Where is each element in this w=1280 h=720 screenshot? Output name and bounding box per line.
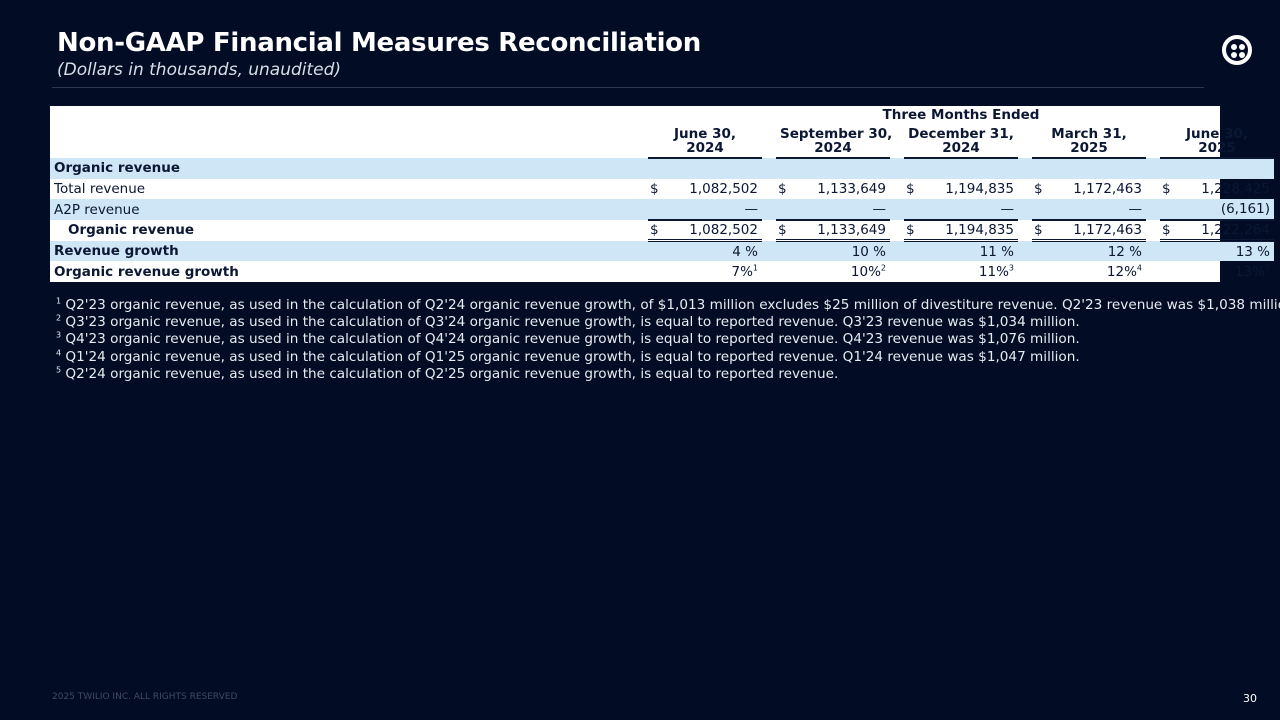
title-divider — [52, 87, 1204, 88]
footnotes: 1 Q2'23 organic revenue, as used in the … — [56, 297, 1280, 383]
column-header: June 30, 2024 — [648, 124, 762, 159]
footnote: 1 Q2'23 organic revenue, as used in the … — [56, 296, 1280, 313]
section-label: Organic revenue — [50, 158, 648, 179]
row-label: Organic revenue growth — [54, 263, 239, 280]
table-row: Total revenue $1,082,502 $1,133,649 $1,1… — [50, 179, 1274, 200]
twilio-logo-icon — [1222, 35, 1252, 65]
footnote: 4 Q1'24 organic revenue, as used in the … — [56, 348, 1080, 365]
row-label: Revenue growth — [50, 240, 648, 262]
page-number: 30 — [1243, 692, 1257, 705]
column-header: March 31, 2025 — [1032, 124, 1146, 159]
footnote: 2 Q3'23 organic revenue, as used in the … — [56, 313, 1080, 331]
copyright-text: 2025 TWILIO INC. ALL RIGHTS RESERVED — [52, 692, 238, 702]
table-row: A2P revenue — — — — (6,161) — [50, 199, 1274, 222]
column-header: June 30, 2025 — [1160, 124, 1274, 159]
table-row: Organic revenue $1,082,502 $1,133,649 $1… — [50, 219, 1274, 243]
column-header: December 31, 2024 — [904, 124, 1018, 159]
table-row: Organic revenue growth 7%1 10%2 11%3 12%… — [50, 261, 1274, 282]
footnote: 3 Q4'23 organic revenue, as used in the … — [56, 330, 1080, 348]
reconciliation-table: Three Months Ended June 30, 2024 Septembe… — [50, 106, 1274, 282]
footnote: 5 Q2'24 organic revenue, as used in the … — [56, 365, 839, 382]
group-header: Three Months Ended — [882, 107, 1040, 123]
row-label: A2P revenue — [50, 199, 648, 221]
column-header: September 30, 2024 — [776, 124, 892, 159]
page-title: Non-GAAP Financial Measures Reconciliati… — [57, 28, 701, 58]
table-row: Revenue growth 4 % 10 % 11 % 12 % 13 % — [50, 240, 1274, 262]
row-label: Organic revenue — [68, 222, 194, 239]
row-label: Total revenue — [54, 181, 146, 198]
page-subtitle: (Dollars in thousands, unaudited) — [57, 60, 342, 80]
